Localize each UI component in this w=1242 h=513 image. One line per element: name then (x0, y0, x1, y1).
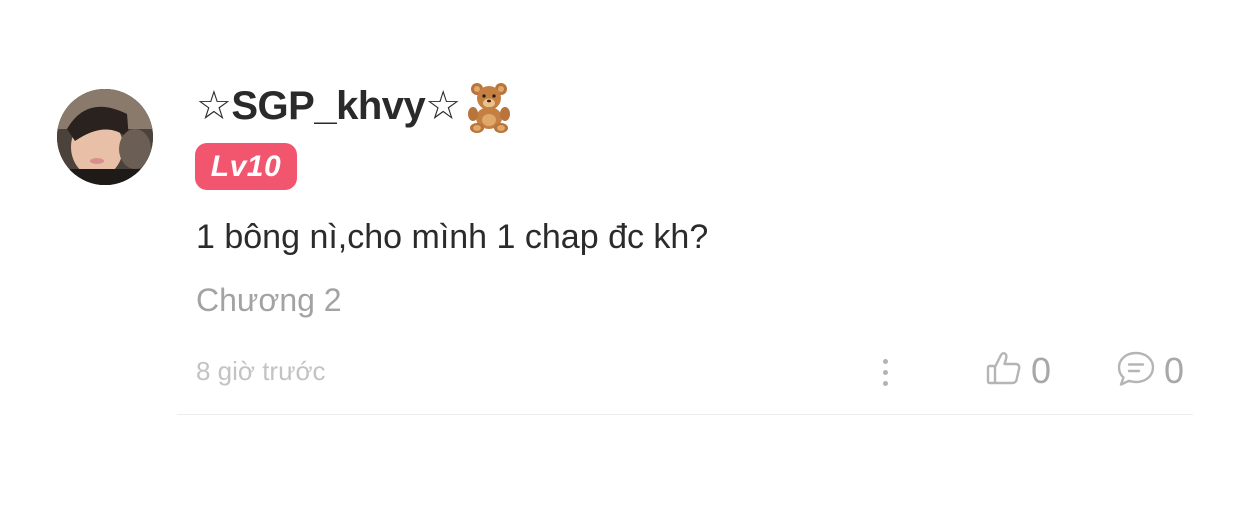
username-text: ☆SGP_khvy☆ (196, 84, 461, 128)
avatar-image (57, 89, 153, 185)
more-vertical-icon (882, 358, 888, 364)
divider (177, 414, 1193, 415)
more-dot (882, 369, 888, 375)
like-count: 0 (1031, 350, 1052, 391)
timestamp: 8 giờ trước (196, 356, 326, 386)
more-dot (882, 380, 888, 386)
level-badge: Lv10 (195, 143, 297, 190)
avatar[interactable] (57, 89, 153, 185)
more-button[interactable] (872, 352, 898, 392)
reply-button[interactable]: 0 (1116, 350, 1184, 392)
reply-count: 0 (1164, 350, 1185, 391)
thumbs-up-icon (985, 350, 1023, 393)
like-button[interactable]: 0 (985, 350, 1051, 392)
chapter-link[interactable]: Chương 2 (196, 282, 342, 319)
username[interactable]: ☆SGP_khvy☆ (196, 79, 517, 133)
comment-text: 1 bông nì,cho mình 1 chap đc kh? (196, 218, 709, 256)
comment-item: ☆SGP_khvy☆ Lv10 1 bông nì,cho mình 1 cha… (0, 0, 1242, 513)
teddy-bear-icon (463, 79, 517, 133)
speech-bubble-icon (1116, 350, 1156, 393)
